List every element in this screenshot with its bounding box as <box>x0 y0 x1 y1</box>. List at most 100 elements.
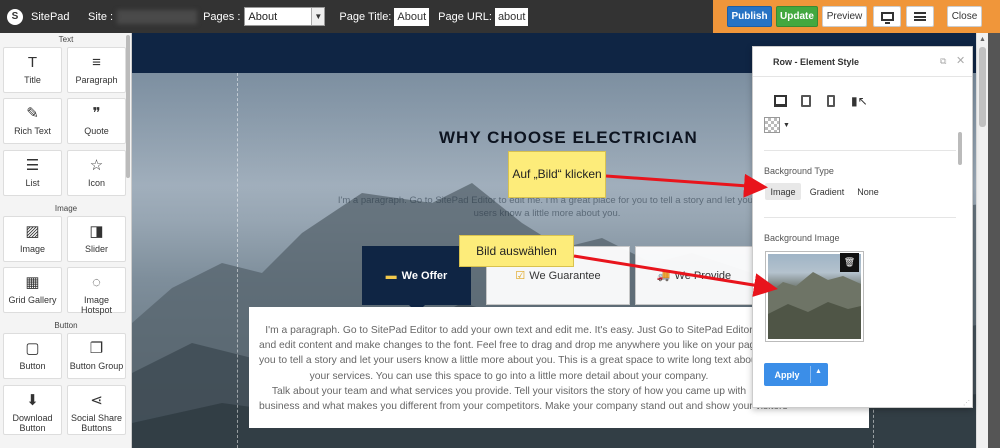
tab-content-text[interactable]: I'm a paragraph. Go to SitePad Editor to… <box>259 323 788 414</box>
guarantee-icon: ☑ <box>515 270 526 282</box>
background-type-gradient[interactable]: Gradient <box>809 183 845 200</box>
close-button[interactable]: Close <box>947 6 982 27</box>
widget-list[interactable]: ☰ List <box>3 150 62 196</box>
pages-label: Pages : <box>203 10 241 23</box>
widget-icon[interactable]: ☆ Icon <box>67 150 126 196</box>
scroll-up-icon[interactable]: ▲ <box>979 36 986 43</box>
background-type-none[interactable]: None <box>855 183 881 200</box>
hover-state-icon[interactable]: ▮↖ <box>851 95 868 107</box>
widget-title[interactable]: T Title <box>3 47 62 93</box>
section-heading-text: Text <box>58 35 74 44</box>
mobile-device-icon[interactable] <box>827 95 835 107</box>
publish-button[interactable]: Publish <box>727 6 772 27</box>
callout-click-image: Auf „Bild“ klicken <box>508 151 606 198</box>
widget-quote[interactable]: ❞ Quote <box>67 98 126 144</box>
widget-slider[interactable]: ◨ Slider <box>67 216 126 262</box>
close-icon[interactable]: ✕ <box>956 54 965 67</box>
chevron-down-icon: ▼ <box>311 8 325 25</box>
transparency-icon <box>764 117 780 133</box>
title-icon: T <box>27 54 38 71</box>
image-icon: ▨ <box>25 223 40 240</box>
widget-label: List <box>25 178 40 188</box>
widget-paragraph[interactable]: ≡ Paragraph <box>67 47 126 93</box>
widget-label: Image <box>19 244 45 254</box>
widget-download-button[interactable]: ⬇ Download Button <box>3 385 62 435</box>
scrollbar-thumb[interactable] <box>979 47 986 127</box>
tab-label: We Provide <box>674 269 732 282</box>
widget-button-group[interactable]: ❐ Button Group <box>67 333 126 379</box>
widget-label: Grid Gallery <box>8 295 57 305</box>
popout-icon[interactable]: ⧉ <box>940 56 946 67</box>
section-heading-image: Image <box>54 204 78 213</box>
sidebar-scrollbar[interactable] <box>126 35 130 178</box>
pages-selected-value: About <box>248 10 278 23</box>
quote-icon: ❞ <box>92 105 101 122</box>
page-url-field[interactable]: about <box>494 7 529 26</box>
divider <box>764 217 956 218</box>
offer-icon: ▬ <box>385 269 397 282</box>
app-name: SitePad <box>31 10 70 23</box>
download-icon: ⬇ <box>26 392 39 409</box>
site-value: sitepad-site <box>117 9 198 24</box>
background-type-image[interactable]: Image <box>765 183 801 200</box>
panel-scrollbar[interactable] <box>958 132 962 165</box>
image-hotspot-icon: ◌ <box>92 274 101 291</box>
update-button[interactable]: Update <box>776 6 818 27</box>
preview-button[interactable]: Preview <box>822 6 867 27</box>
page-title-label: Page Title: <box>339 10 392 23</box>
desktop-view-button[interactable] <box>873 6 901 27</box>
widget-label: Title <box>24 75 41 85</box>
menu-button[interactable] <box>906 6 934 27</box>
caret-up-icon[interactable]: ▲ <box>815 368 822 375</box>
content-line: your services. You can use this space to… <box>309 370 709 382</box>
rich-text-icon: ✎ <box>26 105 39 122</box>
widget-label: Button Group <box>69 361 124 371</box>
widget-image-hotspot[interactable]: ◌ Image Hotspot <box>67 267 126 315</box>
star-icon: ☆ <box>89 157 104 174</box>
pages-select[interactable]: About ▼ <box>244 7 326 26</box>
tab-label: We Offer <box>401 269 448 282</box>
widget-social-share[interactable]: ⋖ Social Share Buttons <box>67 385 126 435</box>
tab-we-provide[interactable]: 🚚 We Provide <box>635 246 753 305</box>
tab-we-offer[interactable]: ▬ We Offer <box>362 246 471 305</box>
desktop-device-icon[interactable] <box>774 95 787 107</box>
caret-down-icon: ▼ <box>783 121 790 129</box>
button-icon: ▢ <box>25 340 40 357</box>
share-icon: ⋖ <box>90 392 103 409</box>
apply-split-button: Apply ▲ <box>764 363 828 386</box>
content-line: Talk about your team and what services y… <box>271 385 747 397</box>
tab-label: We Guarantee <box>529 269 601 282</box>
widget-label: Paragraph <box>75 75 118 85</box>
panel-title: Row - Element Style <box>773 57 860 67</box>
toolbar-actions: Publish Update Preview Close <box>713 0 1000 33</box>
background-pattern-dropdown[interactable]: ▼ <box>764 115 796 135</box>
widget-button[interactable]: ▢ Button <box>3 333 62 379</box>
widget-image[interactable]: ▨ Image <box>3 216 62 262</box>
widget-sidebar: Text T Title ≡ Paragraph ✎ Rich Text ❞ Q… <box>0 33 132 448</box>
widget-label: Slider <box>84 244 108 254</box>
paragraph-icon: ≡ <box>92 54 101 71</box>
widget-grid-gallery[interactable]: ▦ Grid Gallery <box>3 267 62 313</box>
app-logo[interactable]: S SitePad <box>7 8 80 25</box>
monitor-icon <box>880 12 894 24</box>
section-heading[interactable]: WHY CHOOSE ELECTRICIAN <box>439 128 698 148</box>
slider-icon: ◨ <box>89 223 104 240</box>
page-title-field[interactable]: About <box>394 7 430 26</box>
button-group-icon: ❐ <box>89 340 104 357</box>
widget-rich-text[interactable]: ✎ Rich Text <box>3 98 62 144</box>
content-line: you to tell a story and let your users k… <box>259 355 760 367</box>
tablet-device-icon[interactable] <box>801 95 811 107</box>
resize-grip-icon[interactable]: ⋰ <box>963 399 970 407</box>
canvas-scrollbar[interactable]: ▲ <box>976 33 988 448</box>
widget-label: Button <box>19 361 46 371</box>
list-icon: ☰ <box>25 157 40 174</box>
trash-icon[interactable]: 🗑 <box>840 253 859 272</box>
widget-label: Icon <box>87 178 105 188</box>
widget-label: Social Share Buttons <box>70 413 123 433</box>
grid-gallery-icon: ▦ <box>25 274 40 291</box>
apply-button[interactable]: Apply <box>764 363 810 386</box>
panel-header[interactable]: Row - Element Style ⧉ ✕ <box>753 47 972 77</box>
element-style-panel: Row - Element Style ⧉ ✕ ▮↖ ▼ Background … <box>752 46 973 408</box>
section-heading-button: Button <box>54 321 78 330</box>
divider <box>764 150 956 151</box>
